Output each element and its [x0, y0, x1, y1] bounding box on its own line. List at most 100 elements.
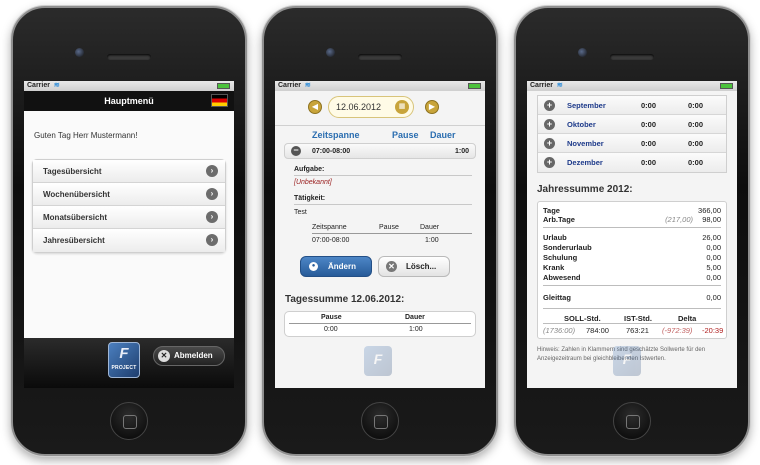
month-name: September — [567, 101, 606, 110]
watermark-logo: F — [364, 346, 392, 376]
logout-label: Abmelden — [174, 351, 213, 360]
status-bar: Carrier ≋ — [275, 81, 485, 91]
menu-item-yearly[interactable]: Jahresübersicht › — [33, 229, 225, 252]
carrier-label: Carrier — [530, 82, 553, 89]
overview-menu: Tagesübersicht › Wochenübersicht › Monat… — [32, 159, 226, 253]
entry-actions: ● Ändern ✕ Lösch... — [275, 254, 485, 282]
entry-duration: 1:00 — [454, 148, 469, 155]
battery-icon — [720, 83, 733, 89]
delta-value: -20:39 — [702, 326, 724, 335]
row-value: 0,00 — [706, 293, 721, 302]
row-label: Urlaub — [543, 233, 567, 242]
logo-text: PROJECT — [111, 365, 137, 371]
expand-icon[interactable]: + — [544, 157, 555, 168]
screen-day-view: Carrier ≋ ◀ 12.06.2012 ▦ ▶ Zeitspanne Pa… — [275, 81, 485, 388]
row-gleittag: Gleittag 0,00 — [543, 293, 721, 303]
month-row-dezember[interactable]: + Dezember 0:00 0:00 — [538, 153, 726, 172]
german-flag-icon[interactable] — [211, 94, 228, 107]
month-name: Dezember — [567, 158, 603, 167]
date-field[interactable]: 12.06.2012 ▦ — [328, 96, 414, 118]
month-row-oktober[interactable]: + Oktober 0:00 0:00 — [538, 115, 726, 134]
date-navigation: ◀ 12.06.2012 ▦ ▶ — [275, 91, 485, 121]
row-urlaub: Urlaub 26,00 — [543, 233, 721, 243]
soll-value: 784:00 — [586, 326, 609, 335]
sum-duration-value: 1:00 — [409, 326, 423, 333]
row-value: 5,00 — [706, 263, 721, 272]
wifi-icon: ≋ — [304, 82, 311, 89]
menu-item-label: Wochenübersicht — [43, 190, 110, 199]
home-button[interactable] — [361, 402, 399, 440]
month-value-2: 0:00 — [688, 158, 704, 167]
expand-icon[interactable]: + — [544, 100, 555, 111]
delete-label: Lösch... — [406, 262, 437, 271]
expand-icon[interactable]: + — [544, 119, 555, 130]
delete-button[interactable]: ✕ Lösch... — [378, 256, 450, 277]
row-label: Gleittag — [543, 293, 571, 302]
delta-label: Delta — [678, 314, 697, 323]
row-abwesend: Abwesend 0,00 — [543, 273, 721, 283]
battery-icon — [468, 83, 481, 89]
speaker-grille — [358, 54, 402, 60]
speaker-grille — [610, 54, 654, 60]
month-row-september[interactable]: + September 0:00 0:00 — [538, 96, 726, 115]
menu-item-monthly[interactable]: Monatsübersicht › — [33, 206, 225, 229]
row-value: 0,00 — [706, 273, 721, 282]
logout-button[interactable]: ✕ Abmelden — [153, 346, 225, 366]
ist-value: 763:21 — [626, 326, 649, 335]
mini-header-span: Zeitspanne — [312, 224, 347, 231]
close-icon: ✕ — [158, 350, 170, 362]
row-estimate: (217,00) — [665, 215, 693, 224]
year-sum-table: Tage 366,00 Arb.Tage (217,00) 98,00 Urla… — [537, 201, 727, 339]
day-sum-table: Pause Dauer 0:00 1:00 — [284, 311, 476, 337]
month-name: November — [567, 139, 604, 148]
edit-button[interactable]: ● Ändern — [300, 256, 372, 277]
row-label: Sonderurlaub — [543, 243, 592, 252]
chevron-right-icon: › — [206, 188, 218, 200]
row-label: Arb.Tage — [543, 215, 575, 224]
header-bar: Hauptmenü — [24, 91, 234, 111]
collapse-icon[interactable]: − — [291, 146, 301, 156]
task-label: Aufgabe: — [294, 166, 472, 176]
mini-duration-value: 1:00 — [425, 237, 439, 244]
delete-icon: ✕ — [386, 261, 397, 272]
home-button[interactable] — [613, 402, 651, 440]
column-header-span: Zeitspanne — [312, 130, 360, 140]
row-arbtage: Arb.Tage (217,00) 98,00 — [543, 215, 721, 225]
row-value: 366,00 — [698, 206, 721, 215]
watermark-logo: F — [613, 346, 641, 376]
menu-item-weekly[interactable]: Wochenübersicht › — [33, 183, 225, 206]
edit-icon: ● — [309, 262, 318, 271]
month-value-1: 0:00 — [641, 158, 657, 167]
row-label: Krank — [543, 263, 565, 272]
entry-span: 07:00-08:00 — [312, 148, 351, 155]
entries-table-header: Zeitspanne Pause Dauer — [275, 125, 485, 143]
activity-value: Test — [294, 209, 307, 216]
month-row-november[interactable]: + November 0:00 0:00 — [538, 134, 726, 153]
phone-frame-1: Carrier ≋ Hauptmenü Guten Tag Herr Muste… — [11, 6, 247, 456]
time-entry-row[interactable]: − 07:00-08:00 1:00 — [284, 143, 476, 159]
expand-icon[interactable]: + — [544, 138, 555, 149]
mini-span-value: 07:00-08:00 — [312, 237, 350, 244]
menu-item-label: Jahresübersicht — [43, 236, 105, 245]
menu-item-label: Tagesübersicht — [43, 167, 102, 176]
logo-mark-icon: F — [119, 345, 129, 362]
greeting-text: Guten Tag Herr Mustermann! — [34, 131, 138, 140]
main-content: Guten Tag Herr Mustermann! Tagesübersich… — [24, 111, 234, 338]
sum-duration-label: Dauer — [405, 314, 425, 321]
next-day-button[interactable]: ▶ — [425, 100, 439, 114]
soll-estimate: (1736:00) — [543, 326, 576, 335]
year-sum-title: Jahressumme 2012: — [537, 184, 633, 195]
home-button[interactable] — [110, 402, 148, 440]
camera-icon — [75, 48, 84, 57]
calendar-icon[interactable]: ▦ — [395, 100, 409, 114]
battery-icon — [217, 83, 230, 89]
row-value: 26,00 — [702, 233, 721, 242]
row-label: Tage — [543, 206, 560, 215]
phone-frame-3: Carrier ≋ + September 0:00 0:00 + Oktobe… — [514, 6, 750, 456]
previous-day-button[interactable]: ◀ — [308, 100, 322, 114]
page-title: Hauptmenü — [104, 96, 154, 106]
sum-pause-label: Pause — [321, 314, 342, 321]
row-value: 0,00 — [706, 253, 721, 262]
menu-item-daily[interactable]: Tagesübersicht › — [33, 160, 225, 183]
month-value-1: 0:00 — [641, 139, 657, 148]
